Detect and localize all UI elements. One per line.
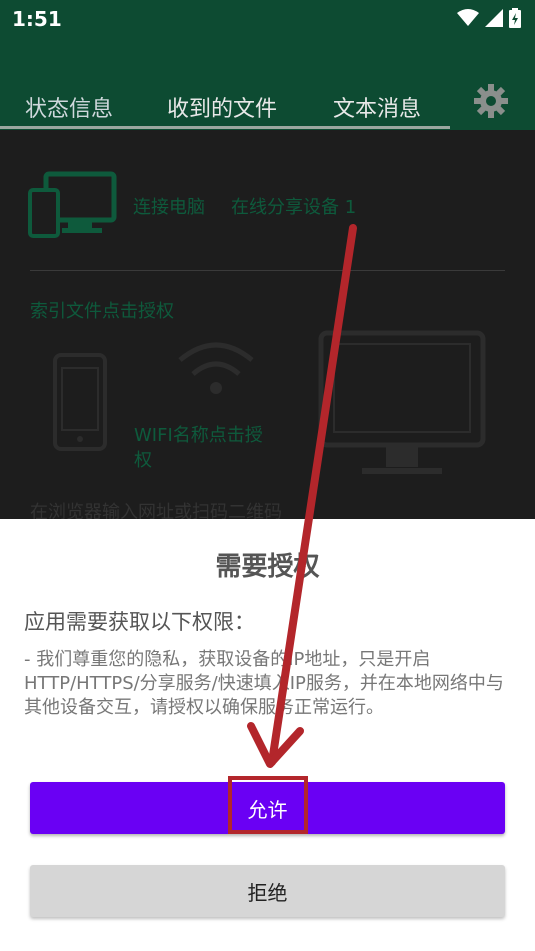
wifi-name-line1[interactable]: WIFI名称点击授 <box>134 421 263 447</box>
dialog-body: - 我们尊重您的隐私，获取设备的IP地址，只是开启HTTP/HTTPS/分享服务… <box>24 649 504 718</box>
tab-text-messages[interactable]: 文本消息 <box>333 91 421 123</box>
devices-icon <box>28 171 117 238</box>
dialog-subtitle: 应用需要获取以下权限： <box>24 610 255 634</box>
status-icons <box>457 8 521 28</box>
gear-icon[interactable] <box>472 82 510 120</box>
cellular-icon <box>485 9 503 27</box>
monitor-icon <box>318 330 486 474</box>
wifi-icon <box>457 9 479 26</box>
wifi-signal-icon <box>178 342 254 394</box>
tab-indicator <box>0 126 450 129</box>
status-bar: 1:51 <box>0 0 535 40</box>
tab-status-info[interactable]: 状态信息 <box>25 91 113 123</box>
status-time: 1:51 <box>12 7 62 31</box>
wifi-name-line2[interactable]: 权 <box>134 446 152 472</box>
phone-icon <box>53 353 107 451</box>
tab-received-files[interactable]: 收到的文件 <box>167 91 277 123</box>
annotation-highlight-box <box>228 776 308 834</box>
connect-pc-label[interactable]: 连接电脑 <box>133 193 205 219</box>
deny-button[interactable]: 拒绝 <box>30 865 505 917</box>
index-auth-link[interactable]: 索引文件点击授权 <box>30 297 174 323</box>
battery-icon <box>509 8 521 28</box>
divider <box>30 270 505 271</box>
dialog-title: 需要授权 <box>215 552 320 582</box>
online-devices-label: 在线分享设备 1 <box>231 197 357 218</box>
